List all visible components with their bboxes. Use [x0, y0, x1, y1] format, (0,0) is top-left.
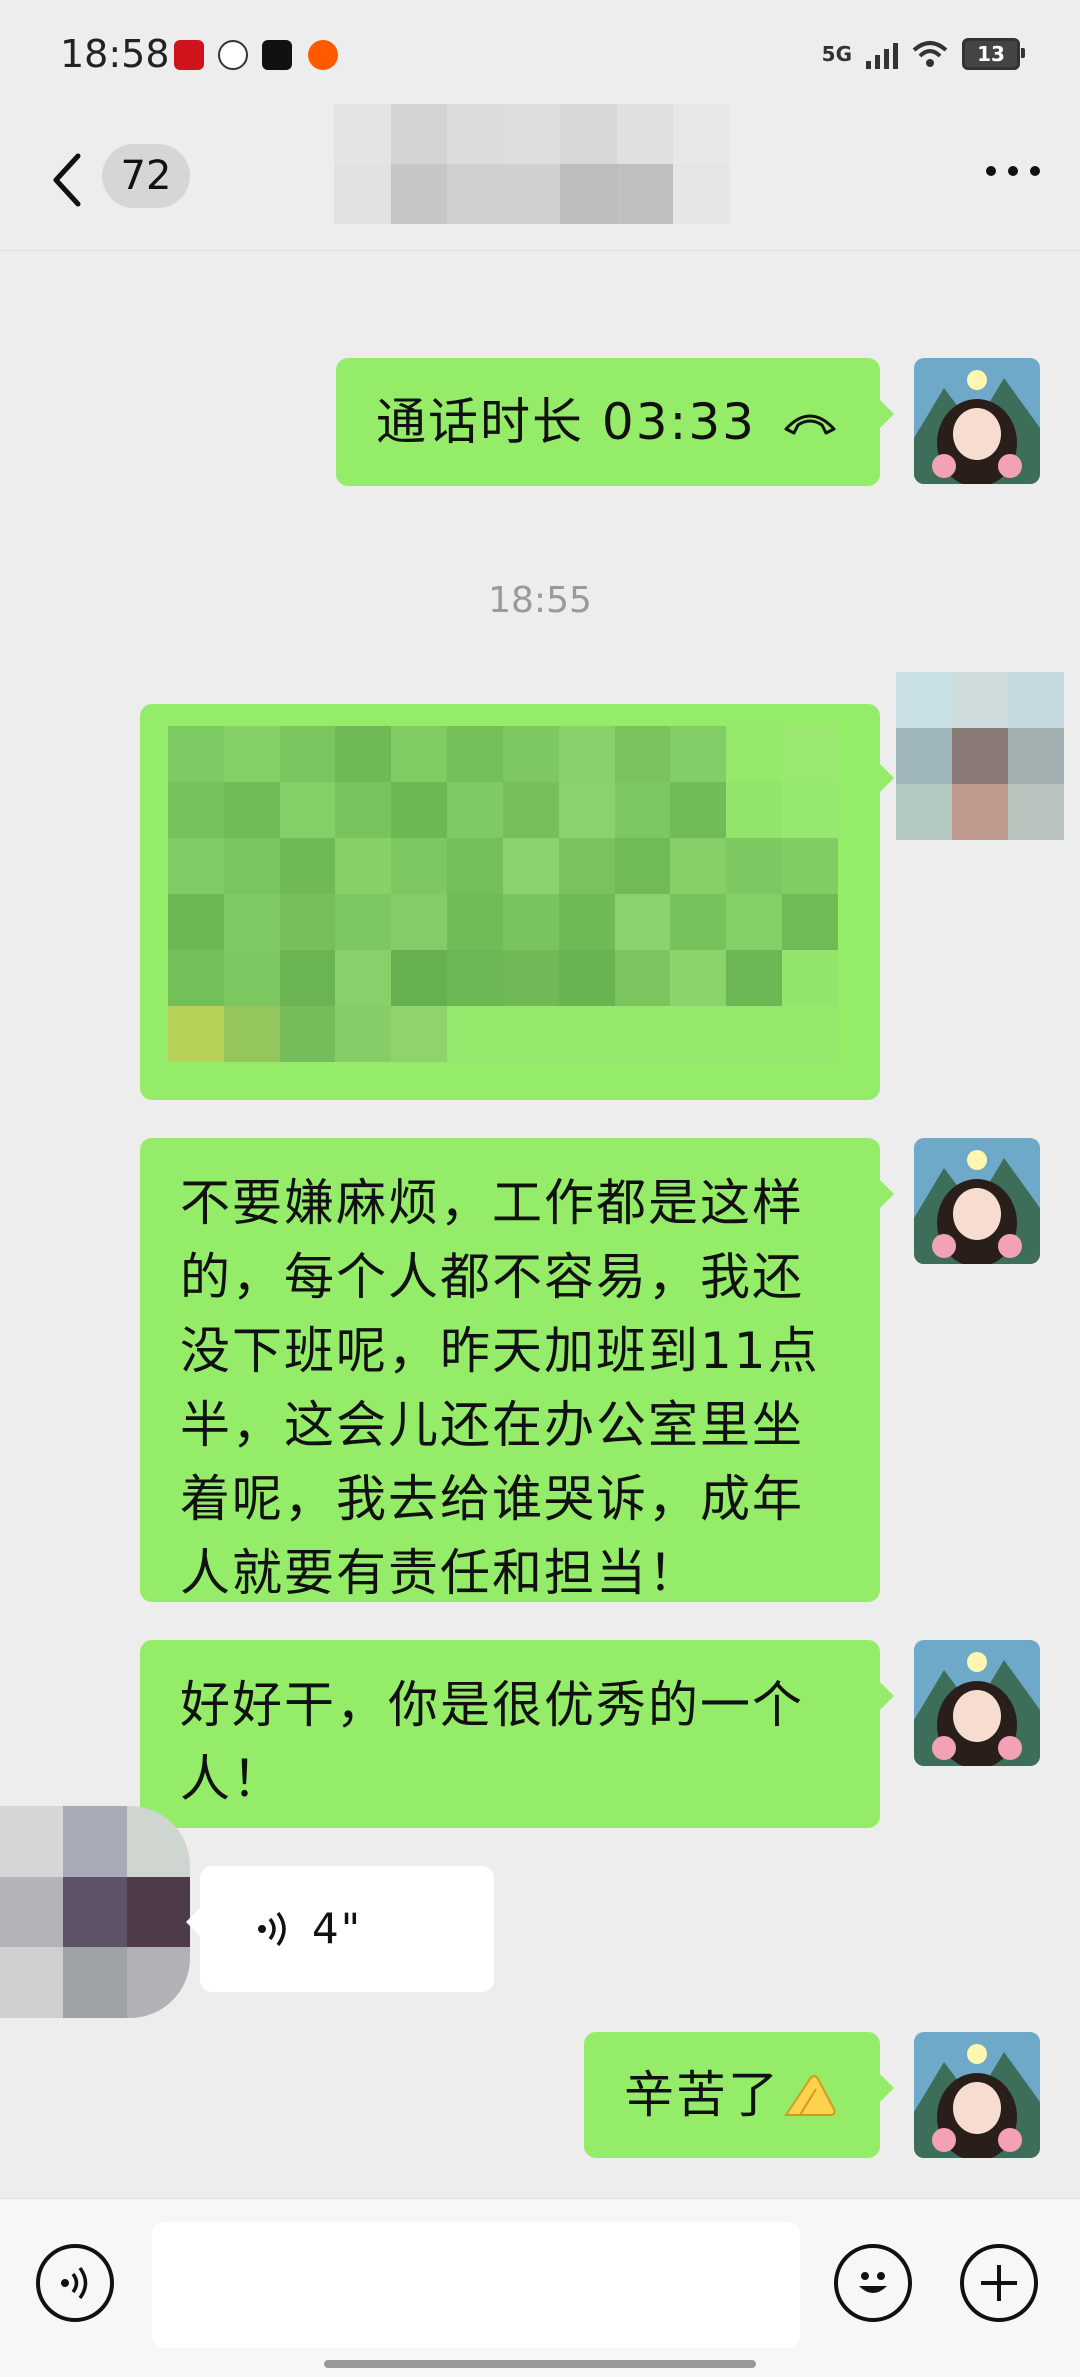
voice-message-bubble[interactable]: 4" — [186, 1866, 494, 1992]
self-avatar[interactable] — [914, 2032, 1040, 2158]
ring-app-icon — [218, 40, 248, 70]
status-indicators: 5G 13 — [821, 38, 1025, 70]
wifi-icon — [912, 41, 948, 67]
voice-wave-icon — [258, 1911, 286, 1947]
hangup-phone-icon — [784, 414, 836, 435]
chat-title-obscured — [334, 104, 730, 224]
voice-input-button[interactable] — [36, 2244, 114, 2322]
call-duration-text: 通话时长 03:33 — [376, 393, 756, 451]
message-bubble[interactable]: 辛苦了 — [584, 2032, 894, 2158]
self-avatar[interactable] — [914, 1640, 1040, 1766]
message-input[interactable] — [152, 2222, 800, 2348]
message-text: 辛苦了 — [624, 2066, 780, 2124]
self-avatar[interactable] — [914, 358, 1040, 484]
obscured-avatar — [896, 672, 1064, 840]
voice-duration: 4" — [312, 1904, 363, 1953]
self-avatar[interactable] — [914, 1138, 1040, 1264]
message-bubble[interactable]: 好好干，你是很优秀的一个人！ — [140, 1640, 894, 1828]
message-timestamp: 18:55 — [488, 580, 592, 621]
network-type: 5G — [821, 42, 852, 66]
back-icon[interactable] — [48, 150, 88, 210]
signal-icon — [866, 39, 898, 69]
soul-app-icon — [262, 40, 292, 70]
emoji-icon — [859, 2272, 887, 2293]
obscured-message-content — [168, 726, 838, 1062]
voice-input-icon — [61, 2266, 88, 2300]
plus-icon — [981, 2265, 1017, 2301]
status-time: 18:58 — [60, 32, 170, 76]
battery-level: 13 — [977, 42, 1005, 66]
study-app-icon — [174, 40, 204, 70]
home-indicator[interactable] — [324, 2360, 756, 2368]
folded-hands-emoji — [784, 2075, 836, 2116]
unread-count-badge[interactable]: 72 — [102, 144, 190, 208]
call-duration-bubble[interactable]: 通话时长 03:33 — [336, 358, 894, 486]
emoji-button[interactable] — [834, 2244, 912, 2322]
more-functions-button[interactable] — [960, 2244, 1038, 2322]
more-icon[interactable] — [986, 166, 1040, 176]
battery-icon: 13 — [962, 38, 1025, 70]
friend-avatar-obscured[interactable] — [0, 1806, 190, 2018]
message-bubble[interactable]: 不要嫌麻烦，工作都是这样的，每个人都不容易，我还没下班呢，昨天加班到11点半，这… — [140, 1138, 894, 1602]
orange-app-icon — [308, 40, 338, 70]
